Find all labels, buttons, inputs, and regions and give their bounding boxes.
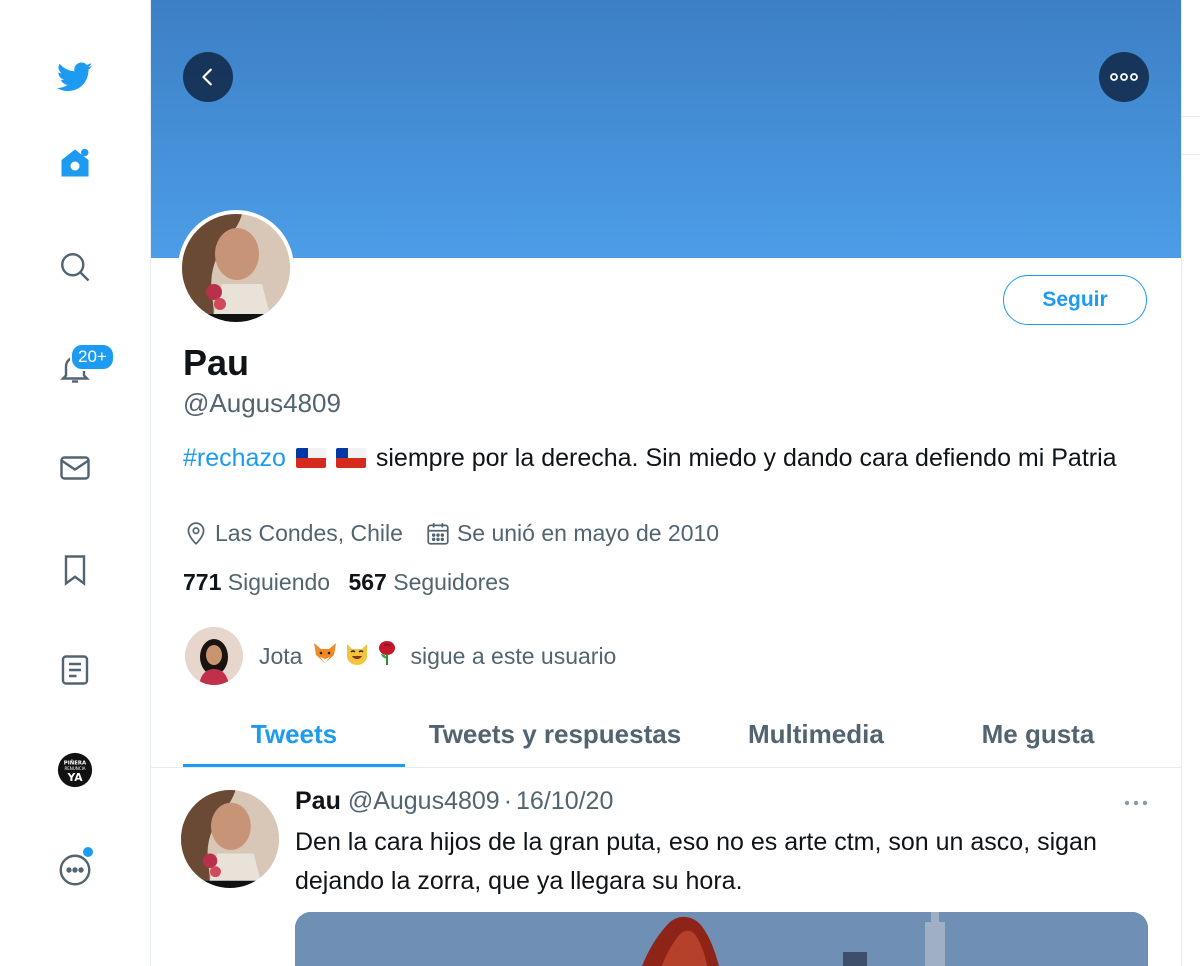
profile-column: Seguir Pau @Augus4809 #rechazo siempre po… bbox=[151, 0, 1182, 966]
profile-avatar-icon[interactable]: PIÑERA RENUNCIA YA bbox=[50, 745, 100, 795]
tweet-author-handle[interactable]: @Augus4809 bbox=[348, 787, 500, 815]
profile-handle: @Augus4809 bbox=[183, 388, 341, 418]
right-column-edge bbox=[1182, 0, 1200, 966]
profile-meta: Las Condes, Chile Se unió en mayo de 201… bbox=[183, 520, 719, 547]
tweet-author-name[interactable]: Pau bbox=[295, 787, 341, 815]
tweet-header: Pau @Augus4809 · 16/10/20 bbox=[295, 787, 613, 816]
chile-flag-icon bbox=[335, 448, 366, 468]
tab-likes[interactable]: Me gusta bbox=[927, 700, 1149, 768]
chile-flag-icon bbox=[295, 448, 326, 468]
profile-bio: #rechazo siempre por la derecha. Sin mied… bbox=[183, 440, 1143, 476]
tweet-date[interactable]: 16/10/20 bbox=[516, 787, 613, 815]
profile-tabs: Tweets Tweets y respuestas Multimedia Me… bbox=[183, 700, 1149, 768]
tweet-text: Den la cara hijos de la gran puta, eso n… bbox=[295, 828, 1097, 895]
follower-avatar[interactable] bbox=[185, 627, 243, 685]
more-options-button[interactable] bbox=[1099, 52, 1149, 102]
following-label: Siguiendo bbox=[227, 569, 331, 595]
profile-banner bbox=[151, 0, 1181, 258]
followed-by-row[interactable]: Jota sigue a este usuario bbox=[185, 627, 616, 685]
followers-label: Seguidores bbox=[393, 569, 510, 595]
smiling-cat-icon bbox=[344, 641, 370, 671]
tweet-more-icon[interactable] bbox=[1121, 795, 1151, 811]
mail-icon[interactable] bbox=[50, 443, 100, 493]
profile-name: Pau bbox=[183, 342, 250, 383]
search-icon[interactable] bbox=[50, 242, 100, 292]
following-link[interactable]: 771 Siguiendo bbox=[183, 569, 330, 595]
chevron-left-icon bbox=[202, 68, 212, 86]
profile-joined-date: Se unió en mayo de 2010 bbox=[456, 520, 720, 546]
home-icon[interactable] bbox=[50, 138, 100, 188]
bio-text: siempre por la derecha. Sin miedo y dand… bbox=[375, 444, 1117, 472]
profile-stats: 771 Siguiendo 567 Seguidores bbox=[183, 569, 510, 596]
followers-count: 567 bbox=[348, 569, 387, 595]
more-notification-dot bbox=[83, 847, 93, 857]
list-icon[interactable] bbox=[50, 645, 100, 695]
tabs-divider bbox=[151, 767, 1181, 768]
notifications-badge: 20+ bbox=[70, 343, 115, 371]
follower-name: Jota bbox=[259, 642, 303, 669]
tweet-author-avatar[interactable] bbox=[181, 790, 279, 888]
tweet-separator: · bbox=[503, 787, 513, 815]
followers-link[interactable]: 567 Seguidores bbox=[348, 569, 509, 595]
profile-avatar[interactable] bbox=[178, 210, 294, 326]
following-count: 771 bbox=[183, 569, 222, 595]
fox-icon bbox=[312, 641, 338, 671]
bookmark-icon[interactable] bbox=[50, 545, 100, 595]
follow-button[interactable]: Seguir bbox=[1003, 275, 1147, 325]
hashtag-link[interactable]: #rechazo bbox=[183, 444, 286, 472]
tab-tweets[interactable]: Tweets bbox=[183, 700, 406, 768]
followed-by-text: sigue a este usuario bbox=[410, 642, 617, 669]
tab-tweets-and-replies[interactable]: Tweets y respuestas bbox=[405, 700, 705, 768]
ellipsis-icon bbox=[1110, 73, 1138, 81]
svg-text:YA: YA bbox=[66, 771, 83, 784]
calendar-icon bbox=[427, 522, 449, 545]
rose-icon bbox=[376, 640, 398, 672]
back-button[interactable] bbox=[183, 52, 233, 102]
sidebar: 20+ PIÑERA RENUNCIA YA bbox=[0, 0, 151, 966]
tweet-media[interactable] bbox=[295, 912, 1148, 966]
profile-location: Las Condes, Chile bbox=[215, 520, 403, 546]
tab-media[interactable]: Multimedia bbox=[705, 700, 927, 768]
location-pin-icon bbox=[187, 521, 205, 545]
twitter-bird-icon[interactable] bbox=[50, 52, 100, 102]
